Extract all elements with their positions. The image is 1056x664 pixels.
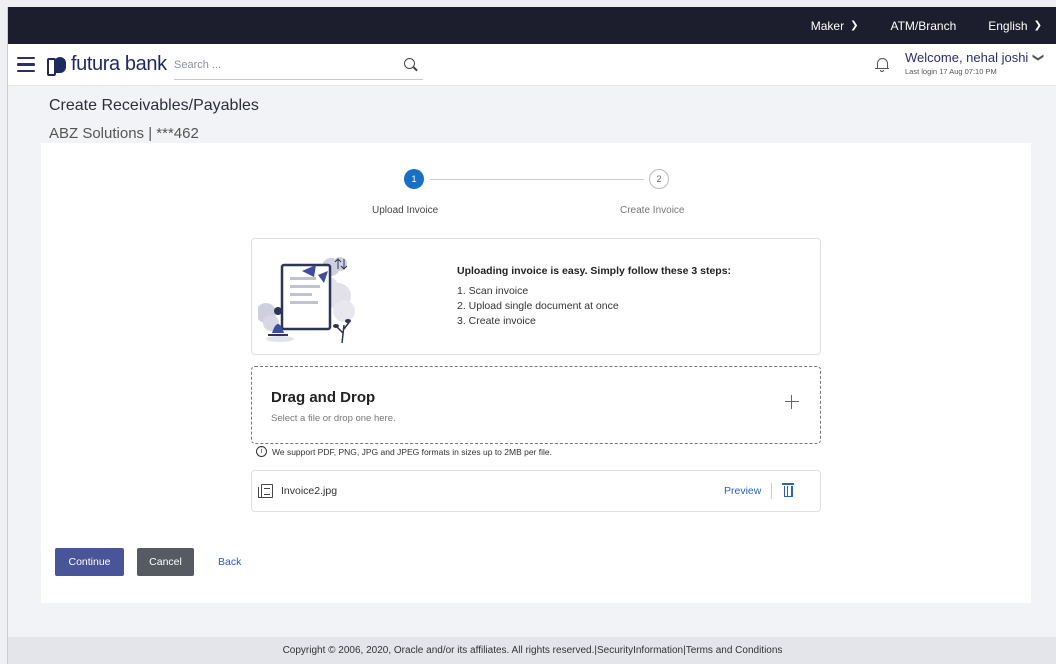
- continue-button[interactable]: Continue: [55, 548, 124, 576]
- page-subtitle: ABZ Solutions | ***462: [49, 125, 199, 142]
- search-icon[interactable]: [404, 57, 418, 72]
- step-1-indicator: 1: [404, 169, 424, 189]
- welcome-text: Welcome, nehal joshi: [905, 50, 1029, 65]
- file-dropzone[interactable]: Drag and Drop Select a file or drop one …: [251, 366, 821, 444]
- step-2-label: Create Invoice: [620, 205, 685, 216]
- cancel-button[interactable]: Cancel: [137, 548, 194, 576]
- atm-branch-label: ATM/Branch: [890, 18, 957, 33]
- search-bar[interactable]: Search ...: [174, 50, 423, 80]
- hamburger-menu-icon[interactable]: [17, 56, 35, 73]
- uploaded-file-row: Invoice2.jpg Preview: [251, 470, 821, 512]
- role-menu[interactable]: Maker ❯: [793, 19, 873, 33]
- app-frame: Maker ❯ ATM/Branch English ❯ futura bank…: [7, 7, 1056, 664]
- language-label: English: [988, 18, 1028, 33]
- chevron-down-icon: ❯: [1032, 52, 1045, 63]
- divider: [771, 483, 772, 499]
- instructions-list: 1. Scan invoice 2. Upload single documen…: [457, 284, 619, 329]
- instruction-step: 3. Create invoice: [457, 315, 536, 327]
- instruction-step: 1. Scan invoice: [457, 285, 529, 297]
- page-title: Create Receivables/Payables: [49, 97, 259, 114]
- brand-name: futura bank: [71, 53, 167, 75]
- back-link[interactable]: Back: [218, 556, 241, 568]
- chevron-down-icon: ❯: [1033, 20, 1042, 31]
- info-icon: i: [256, 446, 267, 457]
- uploaded-file-name: Invoice2.jpg: [281, 485, 338, 497]
- atm-branch-link[interactable]: ATM/Branch: [872, 19, 970, 33]
- instructions-heading: Uploading invoice is easy. Simply follow…: [457, 265, 732, 277]
- dropzone-subtitle: Select a file or drop one here.: [271, 413, 396, 424]
- brand-logo[interactable]: futura bank: [47, 53, 167, 76]
- user-menu[interactable]: Welcome, nehal joshi ❯ Last login 17 Aug…: [905, 50, 1044, 76]
- upload-illustration-icon: [258, 257, 355, 344]
- last-login-text: Last login 17 Aug 07:10 PM: [905, 67, 997, 76]
- chevron-down-icon: ❯: [850, 20, 859, 31]
- delete-file-trash-icon[interactable]: [782, 483, 794, 498]
- top-bar: Maker ❯ ATM/Branch English ❯: [8, 7, 1056, 44]
- footer-text: Copyright © 2006, 2020, Oracle and/or it…: [282, 645, 783, 656]
- preview-link[interactable]: Preview: [724, 485, 761, 497]
- step-connector: [430, 179, 644, 180]
- step-2-indicator: 2: [649, 169, 669, 189]
- upload-instructions: Uploading invoice is easy. Simply follow…: [251, 238, 821, 355]
- step-1-label: Upload Invoice: [372, 205, 439, 216]
- supported-formats-note: i We support PDF, PNG, JPG and JPEG form…: [256, 446, 552, 457]
- role-label: Maker: [810, 18, 845, 33]
- instruction-step: 2. Upload single document at once: [457, 300, 619, 312]
- futura-logo-icon: [47, 56, 68, 76]
- dropzone-title: Drag and Drop: [271, 389, 376, 406]
- document-icon: [258, 484, 273, 498]
- stepper: 1 2 Upload Invoice Create Invoice: [372, 169, 704, 219]
- add-file-plus-icon[interactable]: [785, 395, 799, 409]
- header: futura bank Search ... Welcome, nehal jo…: [8, 44, 1056, 86]
- footer: Copyright © 2006, 2020, Oracle and/or it…: [8, 637, 1056, 664]
- main-card: 1 2 Upload Invoice Create Invoice Upload…: [41, 143, 1031, 603]
- search-input[interactable]: Search ...: [174, 59, 221, 71]
- supported-formats-text: We support PDF, PNG, JPG and JPEG format…: [272, 446, 552, 457]
- language-menu[interactable]: English ❯: [970, 19, 1056, 33]
- notification-bell-icon[interactable]: [875, 57, 889, 73]
